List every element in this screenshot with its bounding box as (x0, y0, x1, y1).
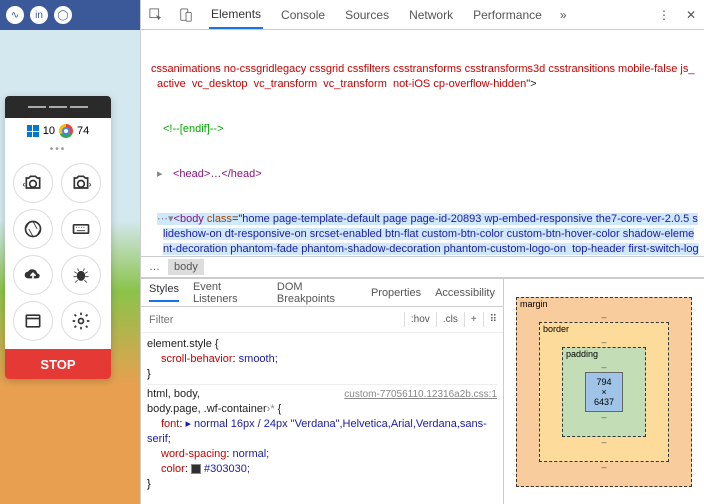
social-bar: ∿ in ◯ (0, 0, 140, 30)
elements-tree[interactable]: cssanimations no-cssgridlegacy cssgrid c… (141, 30, 704, 256)
styles-pane: Styles Event Listeners DOM Breakpoints P… (141, 279, 504, 504)
endif-comment: <!--[endif]--> (163, 123, 224, 135)
devtools-panel: Elements Console Sources Network Perform… (140, 0, 704, 504)
keyboard-button[interactable] (61, 209, 101, 249)
camera-right-button[interactable] (61, 163, 101, 203)
tab-sources[interactable]: Sources (343, 2, 391, 28)
camera-left-button[interactable] (13, 163, 53, 203)
breadcrumb: … body (141, 256, 704, 278)
source-link[interactable]: custom-77056110.12316a2b.css:1 (344, 387, 497, 402)
styles-tab-breakpoints[interactable]: DOM Breakpoints (277, 281, 357, 305)
devtools-close-icon[interactable]: ✕ (686, 8, 696, 22)
aperture-button[interactable] (13, 209, 53, 249)
add-rule-icon[interactable]: + (464, 312, 483, 327)
styles-filter-input[interactable] (141, 314, 404, 326)
color-swatch[interactable] (191, 464, 201, 474)
tab-elements[interactable]: Elements (209, 1, 263, 29)
css-rules[interactable]: element.style { scroll-behavior: smooth;… (141, 333, 503, 504)
linkedin-icon[interactable]: in (30, 6, 48, 24)
chrome-icon (59, 124, 73, 138)
windows-version: 10 (43, 125, 55, 137)
hov-toggle[interactable]: :hov (404, 312, 436, 327)
instagram-icon[interactable]: ◯ (54, 6, 72, 24)
settings-button[interactable] (61, 301, 101, 341)
box-model: margin – border – padding – 794 × 6437 –… (504, 279, 704, 504)
capture-tool-panel: 10 74 ••• STOP (5, 96, 111, 379)
styles-more-icon[interactable]: ⠿ (483, 312, 503, 327)
head-tag[interactable]: <head>…</head> (173, 168, 262, 180)
inspect-icon[interactable] (149, 8, 163, 22)
class-text: cssanimations no-cssgridlegacy cssgrid c… (151, 63, 694, 90)
more-dots[interactable]: ••• (5, 144, 111, 155)
devtools-menu-icon[interactable]: ⋮ (658, 8, 670, 22)
crumb-body[interactable]: body (168, 259, 204, 275)
styles-tab-styles[interactable]: Styles (149, 283, 179, 302)
rss-icon[interactable]: ∿ (6, 6, 24, 24)
box-content: 794 × 6437 (585, 372, 623, 412)
window-button[interactable] (13, 301, 53, 341)
tab-network[interactable]: Network (407, 2, 455, 28)
device-icon[interactable] (179, 8, 193, 22)
crumb-ellipsis[interactable]: … (149, 261, 160, 273)
windows-icon (27, 125, 39, 137)
styles-tab-listeners[interactable]: Event Listeners (193, 281, 263, 305)
cls-toggle[interactable]: .cls (436, 312, 464, 327)
body-class: home page-template-default page page-id-… (163, 213, 700, 256)
styles-tab-properties[interactable]: Properties (371, 287, 421, 299)
cloud-upload-button[interactable] (13, 255, 53, 295)
drag-handle[interactable] (5, 96, 111, 118)
tab-performance[interactable]: Performance (471, 2, 544, 28)
tabs-overflow[interactable]: » (560, 8, 567, 22)
styles-tab-accessibility[interactable]: Accessibility (435, 287, 495, 299)
tab-console[interactable]: Console (279, 2, 327, 28)
chrome-version: 74 (77, 125, 89, 137)
bug-button[interactable] (61, 255, 101, 295)
stats-row: 10 74 (5, 118, 111, 144)
devtools-tabs: Elements Console Sources Network Perform… (141, 0, 704, 30)
stop-button[interactable]: STOP (5, 349, 111, 379)
